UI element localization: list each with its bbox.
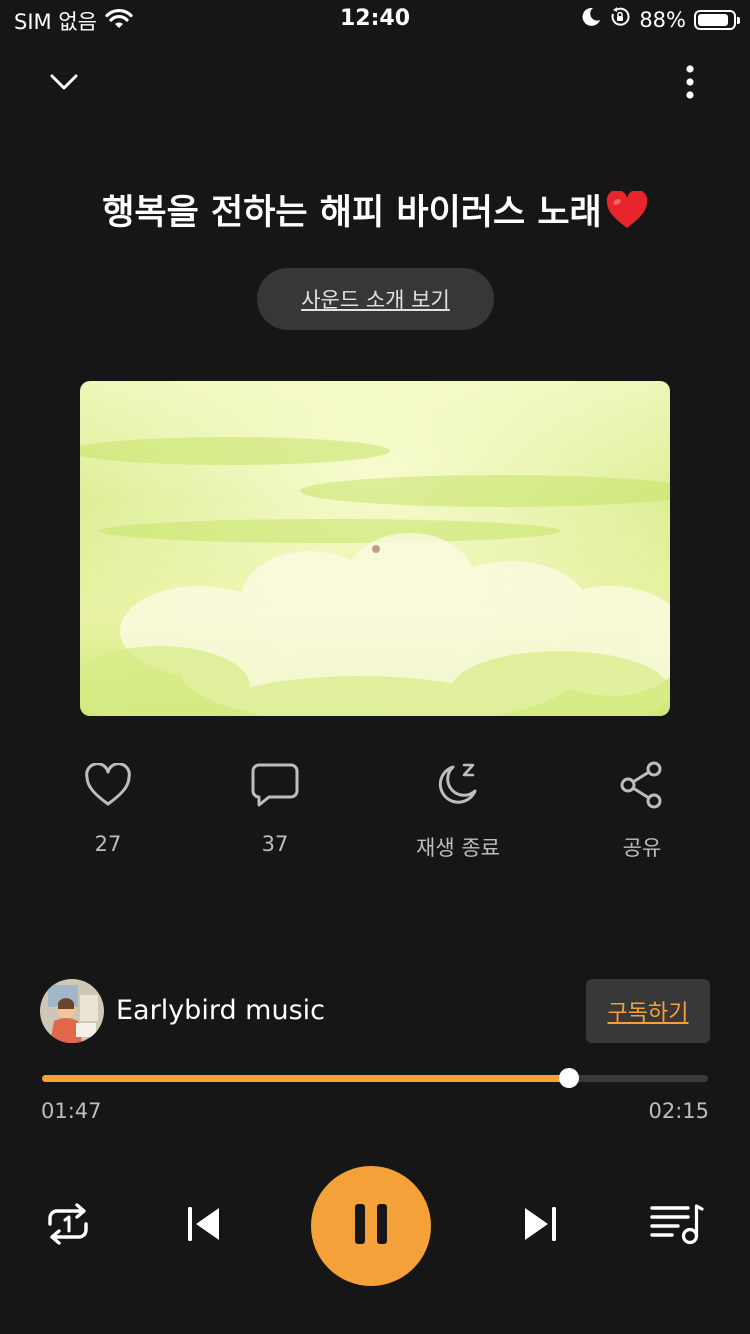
album-artwork [80,381,670,716]
heart-emoji-icon [606,189,648,238]
pause-button[interactable] [311,1166,431,1286]
next-icon [520,1204,560,1248]
wifi-icon [105,8,133,35]
repeat-button[interactable] [38,1196,98,1256]
carrier-label: SIM 없음 [14,10,97,34]
status-bar-right: 88% [581,6,740,33]
previous-button[interactable] [174,1196,234,1256]
battery-level [698,13,728,26]
like-count: 27 [94,832,122,856]
orientation-lock-icon [609,6,631,33]
share-button[interactable]: 공유 [572,760,712,862]
heart-outline-icon [84,760,132,810]
previous-icon [184,1204,224,1248]
playlist-button[interactable] [646,1196,706,1256]
sound-intro-button[interactable]: 사운드 소개 보기 [257,268,494,330]
channel-avatar[interactable] [40,979,104,1043]
comment-count: 37 [261,832,289,856]
playlist-icon [648,1203,704,1249]
pause-icon [353,1202,389,1250]
sleep-timer-button[interactable]: 재생 종료 [388,760,528,862]
progress-fill [42,1075,570,1082]
comment-button[interactable]: 37 [205,760,345,856]
status-bar-left: SIM 없음 [14,6,133,36]
like-button[interactable]: 27 [38,760,178,856]
battery-icon [694,9,740,30]
more-vertical-icon [685,65,695,103]
track-title-container: 행복을 전하는 해피 바이러스 노래 [0,184,750,238]
progress-slider[interactable] [42,1068,708,1088]
share-label: 공유 [622,836,662,860]
total-time: 02:15 [648,1099,709,1123]
sleep-timer-label: 재생 종료 [416,836,500,860]
progress-handle[interactable] [559,1068,580,1088]
comment-icon [251,760,299,810]
elapsed-time: 01:47 [41,1099,102,1123]
subscribe-button[interactable]: 구독하기 [586,979,710,1043]
channel-name[interactable]: Earlybird music [116,995,325,1026]
moon-icon [581,7,601,32]
repeat-one-icon [45,1202,91,1250]
track-title: 행복을 전하는 해피 바이러스 노래 [102,193,602,233]
next-button[interactable] [510,1196,570,1256]
sleep-moon-icon [433,760,483,810]
share-icon [619,760,665,810]
chevron-down-icon [49,73,79,95]
battery-percent: 88% [639,7,686,32]
collapse-player-button[interactable] [40,62,88,106]
more-options-button[interactable] [670,62,710,106]
